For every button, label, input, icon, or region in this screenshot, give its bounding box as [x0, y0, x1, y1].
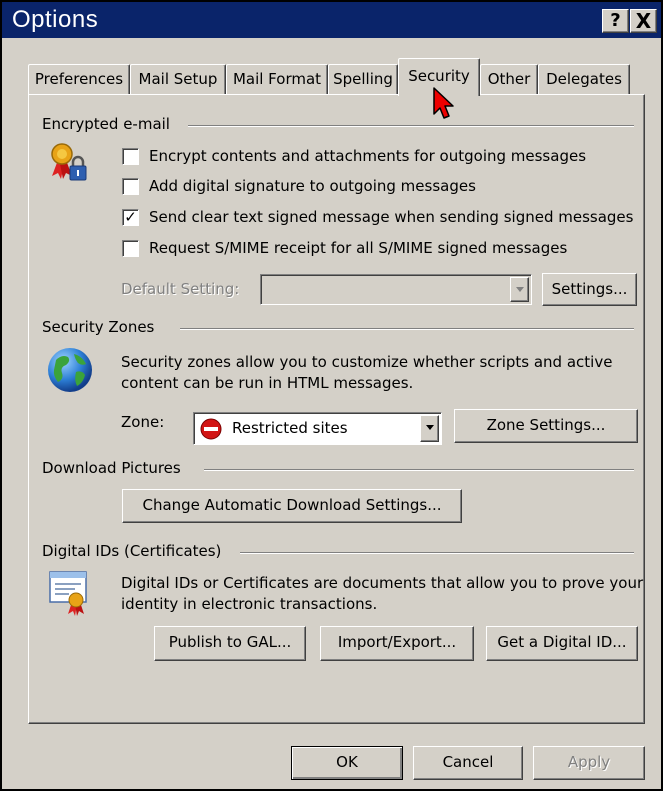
tab-mail-setup[interactable]: Mail Setup — [130, 64, 226, 94]
tab-preferences[interactable]: Preferences — [28, 64, 130, 94]
tab-label: Mail Setup — [138, 70, 218, 88]
ok-button[interactable]: OK — [291, 746, 403, 780]
title-bar[interactable]: Options ? X — [2, 2, 661, 38]
security-zones-heading: Security Zones — [42, 318, 155, 336]
tab-label: Mail Format — [232, 70, 322, 88]
encrypted-email-heading: Encrypted e-mail — [42, 115, 170, 133]
send-clear-text-checkbox[interactable]: ✓ — [122, 209, 139, 226]
tab-label: Security — [408, 67, 470, 85]
tab-label: Other — [487, 70, 531, 88]
chevron-down-icon[interactable] — [510, 277, 529, 302]
add-signature-label: Add digital signature to outgoing messag… — [149, 177, 476, 195]
add-signature-checkbox[interactable] — [122, 178, 139, 195]
zone-label: Zone: — [121, 413, 165, 431]
tab-label: Preferences — [34, 70, 124, 88]
certificate-document-icon — [49, 571, 87, 616]
globe-icon — [48, 348, 92, 392]
import-export-button[interactable]: Import/Export... — [320, 626, 474, 661]
zone-settings-button[interactable]: Zone Settings... — [454, 409, 638, 443]
help-icon: ? — [610, 10, 621, 31]
encrypt-contents-label: Encrypt contents and attachments for out… — [149, 147, 587, 165]
certificate-lock-icon — [51, 143, 87, 181]
tab-delegates[interactable]: Delegates — [538, 64, 630, 94]
security-zones-description-line2: content can be run in HTML messages. — [121, 374, 414, 392]
checkmark-icon: ✓ — [124, 208, 137, 226]
settings-button[interactable]: Settings... — [542, 273, 637, 306]
group-divider — [240, 552, 634, 554]
group-divider — [180, 328, 634, 330]
security-zones-description-line1: Security zones allow you to customize wh… — [121, 353, 613, 371]
restricted-icon — [200, 418, 222, 440]
default-setting-label: Default Setting: — [121, 280, 240, 298]
tab-other[interactable]: Other — [480, 64, 538, 94]
chevron-down-icon[interactable] — [420, 415, 439, 442]
group-divider — [188, 125, 634, 127]
cancel-button[interactable]: Cancel — [413, 746, 523, 780]
options-dialog: Options ? X Preferences Mail Setup Mail … — [0, 0, 663, 791]
tab-spelling[interactable]: Spelling — [328, 64, 398, 94]
get-digital-id-button[interactable]: Get a Digital ID... — [486, 626, 638, 661]
download-pictures-heading: Download Pictures — [42, 459, 181, 477]
zone-value: Restricted sites — [232, 419, 348, 437]
mouse-cursor-icon — [433, 87, 454, 119]
digital-ids-description-line2: identity in electronic transactions. — [121, 595, 378, 613]
zone-dropdown[interactable]: Restricted sites — [193, 412, 442, 445]
close-icon: X — [635, 9, 652, 33]
tab-label: Delegates — [546, 70, 622, 88]
tab-mail-format[interactable]: Mail Format — [226, 64, 328, 94]
group-divider — [204, 469, 634, 471]
encrypt-contents-checkbox[interactable] — [122, 148, 139, 165]
request-smime-receipt-label: Request S/MIME receipt for all S/MIME si… — [149, 239, 568, 257]
default-setting-dropdown[interactable] — [260, 274, 532, 305]
digital-ids-heading: Digital IDs (Certificates) — [42, 542, 222, 560]
window-title: Options — [12, 6, 99, 33]
change-download-settings-button[interactable]: Change Automatic Download Settings... — [122, 489, 462, 523]
tab-label: Spelling — [333, 70, 393, 88]
digital-ids-description-line1: Digital IDs or Certificates are document… — [121, 574, 644, 592]
request-smime-receipt-checkbox[interactable] — [122, 240, 139, 257]
send-clear-text-label: Send clear text signed message when send… — [149, 208, 634, 226]
publish-to-gal-button[interactable]: Publish to GAL... — [154, 626, 306, 661]
close-button[interactable]: X — [630, 9, 657, 33]
help-button[interactable]: ? — [602, 9, 629, 33]
apply-button[interactable]: Apply — [533, 746, 645, 780]
